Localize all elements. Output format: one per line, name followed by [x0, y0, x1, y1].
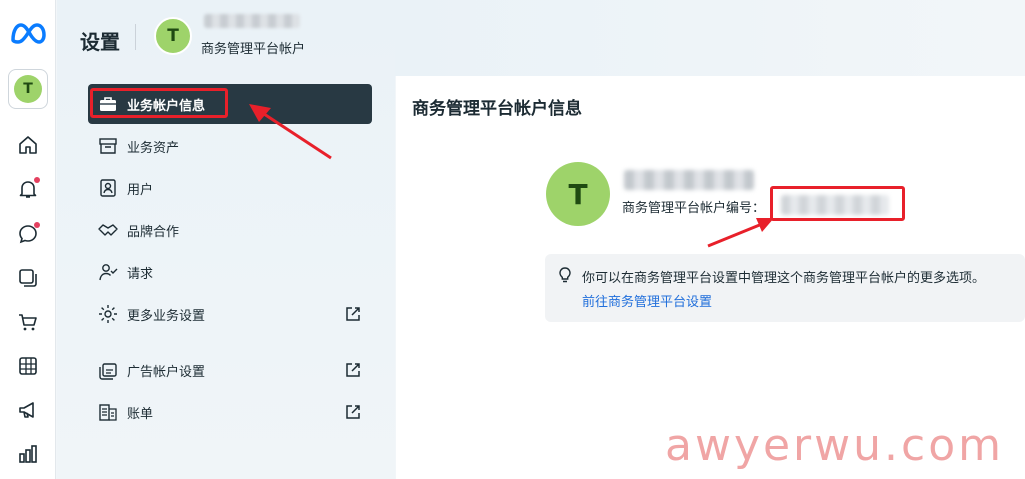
sidebar-item-ad-account-settings[interactable]: 广告帐户设置 — [88, 350, 372, 390]
left-rail: T — [0, 0, 56, 479]
sidebar-item-label: 业务资产 — [127, 140, 180, 156]
sidebar-item-label: 请求 — [127, 266, 154, 282]
go-to-settings-link[interactable]: 前往商务管理平台设置 — [582, 291, 712, 310]
info-banner: 你可以在商务管理平台设置中管理这个商务管理平台帐户的更多选项。 前往商务管理平台… — [545, 254, 1025, 322]
main-panel: 商务管理平台帐户信息 T 商务管理平台帐户编号： 你可以在商务管理平台设置中管理… — [396, 76, 1025, 479]
notification-dot — [34, 177, 40, 183]
sidebar-item-billing[interactable]: 账单 — [88, 392, 372, 432]
avatar: T — [154, 17, 192, 55]
sidebar-item-label: 更多业务设置 — [127, 308, 206, 324]
sidebar-item-brand-collab[interactable]: 品牌合作 — [88, 210, 372, 250]
section-title: 商务管理平台帐户信息 — [412, 99, 582, 119]
sidebar-item-users[interactable]: 用户 — [88, 168, 372, 208]
header-background — [395, 0, 1025, 76]
ad-account-icon — [97, 359, 119, 381]
account-subtitle: 商务管理平台帐户 — [201, 42, 306, 57]
megaphone-icon[interactable] — [16, 398, 40, 422]
sidebar-item-label: 用户 — [127, 182, 154, 198]
header-divider — [135, 24, 136, 50]
external-link-icon — [344, 361, 362, 379]
external-link-icon — [344, 403, 362, 421]
account-switcher[interactable]: T — [8, 69, 48, 109]
annotation-box — [90, 88, 228, 118]
meta-logo-icon[interactable] — [9, 20, 47, 46]
sidebar-item-more-settings[interactable]: 更多业务设置 — [88, 294, 372, 334]
user-card-icon — [97, 177, 119, 199]
watermark: awyerwu.com — [665, 420, 1004, 471]
handshake-icon — [97, 219, 119, 241]
cart-icon[interactable] — [16, 310, 40, 334]
sidebar-item-requests[interactable]: 请求 — [88, 252, 372, 292]
annotation-arrow — [249, 104, 332, 160]
gear-icon — [97, 303, 119, 325]
sidebar-item-label: 广告帐户设置 — [127, 364, 206, 380]
redacted-account-name — [204, 14, 300, 28]
table-icon[interactable] — [16, 354, 40, 378]
sidebar-item-label: 账单 — [127, 406, 154, 422]
billing-icon — [97, 401, 119, 423]
home-icon[interactable] — [16, 133, 40, 157]
annotation-box — [770, 186, 905, 221]
annotation-arrow — [707, 218, 774, 248]
chart-icon[interactable] — [16, 442, 40, 466]
sidebar-item-label: 品牌合作 — [127, 224, 180, 240]
avatar: T — [14, 75, 42, 103]
page-title: 设置 — [80, 30, 120, 54]
pages-icon[interactable] — [16, 266, 40, 290]
notification-dot — [34, 222, 40, 228]
external-link-icon — [344, 305, 362, 323]
avatar: T — [546, 162, 610, 226]
archive-icon — [97, 135, 119, 157]
redacted-account-name — [624, 170, 754, 190]
info-text: 你可以在商务管理平台设置中管理这个商务管理平台帐户的更多选项。 — [582, 271, 986, 286]
lightbulb-icon — [556, 266, 574, 284]
user-check-icon — [97, 261, 119, 283]
settings-sidebar: 设置 T 商务管理平台帐户 业务帐户信息 业务资产 用户 品牌合作 请求 更多业… — [57, 0, 395, 479]
